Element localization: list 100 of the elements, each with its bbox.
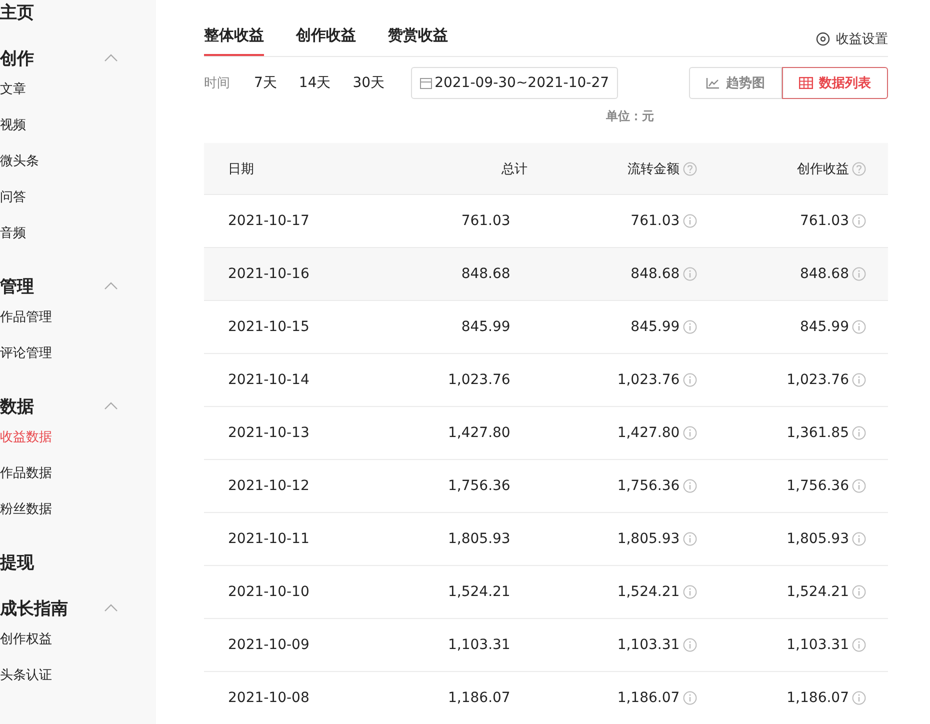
table-cell: 1,524.21 [617,584,680,600]
table-cell: 1,427.80 [448,425,510,441]
tab[interactable]: 整体收益 [204,26,264,56]
sidebar-item[interactable]: 头条认证 [0,658,156,694]
sidebar-item[interactable]: 作品数据 [0,456,156,492]
column-header: 创作收益 [796,160,849,178]
info-icon[interactable] [682,479,697,493]
sidebar-item[interactable]: 作品管理 [0,300,156,336]
table-cell: 845.99 [630,319,680,335]
calendar-icon [420,77,432,89]
table-cell: 1,361.85 [786,425,849,441]
info-icon[interactable] [682,585,697,599]
info-icon[interactable] [852,267,866,281]
sidebar-item[interactable]: 音频 [0,216,156,252]
table-cell: 761.03 [461,213,510,229]
table-cell: 1,805.93 [617,531,680,547]
info-icon[interactable] [682,267,697,281]
table-cell: 1,023.76 [448,372,510,388]
sidebar-group-title[interactable]: 数据 [0,394,34,418]
line-chart-icon [706,77,720,89]
tab[interactable]: 创作收益 [296,26,356,56]
table-cell: 1,103.31 [448,637,510,653]
table-cell: 1,023.76 [617,372,680,388]
view-toggle[interactable]: 趋势图 [689,67,782,99]
info-icon[interactable] [852,214,866,228]
grid-icon [799,77,813,89]
sidebar-item[interactable]: 创作权益 [0,622,156,658]
table-cell: 1,756.36 [617,478,680,494]
info-icon[interactable] [682,426,697,440]
sidebar-group-title[interactable]: 成长指南 [0,596,68,620]
sidebar-item[interactable]: 收益数据 [0,420,156,456]
table-cell: 845.99 [800,319,849,335]
sidebar-item[interactable]: 粉丝数据 [0,492,156,528]
table-cell: 2021-10-10 [228,584,310,600]
info-icon[interactable] [852,479,866,493]
view-toggle[interactable]: 数据列表 [782,67,888,99]
column-header: 日期 [228,160,254,178]
table-cell: 2021-10-16 [228,266,310,282]
table-cell: 1,524.21 [786,584,849,600]
table-cell: 848.68 [630,266,680,282]
chevron-icon[interactable] [104,604,118,612]
info-icon[interactable] [682,532,697,546]
table-cell: 2021-10-11 [228,531,310,547]
table-cell: 1,023.76 [786,372,849,388]
sidebar-item[interactable]: 微头条 [0,144,156,180]
table-cell: 2021-10-14 [228,372,310,388]
info-icon[interactable] [852,373,866,387]
table-cell: 1,805.93 [786,531,849,547]
info-icon[interactable] [852,691,866,705]
column-header: 流转金额 [628,160,680,178]
info-icon[interactable] [682,214,697,228]
table-cell: 2021-10-17 [228,213,310,229]
help-icon[interactable] [682,162,697,176]
table-cell: 1,103.31 [617,637,680,653]
table-cell: 2021-10-13 [228,425,310,441]
info-icon[interactable] [682,373,697,387]
table-cell: 1,756.36 [786,478,849,494]
sidebar-item[interactable]: 问答 [0,180,156,216]
info-icon[interactable] [682,320,697,334]
table-cell: 1,524.21 [448,584,510,600]
info-icon[interactable] [852,426,866,440]
tab[interactable]: 赞赏收益 [388,26,448,56]
column-header: 总计 [501,160,528,178]
table-cell: 2021-10-08 [228,690,310,706]
range-option[interactable]: 14天 [298,74,331,92]
filter-label: 时间 [204,75,230,92]
sidebar-group-title[interactable]: 主页 [0,0,34,24]
table-cell: 848.68 [800,266,849,282]
help-icon[interactable] [852,162,866,176]
range-option[interactable]: 30天 [352,74,385,92]
info-icon[interactable] [852,585,866,599]
table-cell: 2021-10-09 [228,637,310,653]
table-cell: 761.03 [800,213,849,229]
table-cell: 2021-10-15 [228,319,310,335]
info-icon[interactable] [852,320,866,334]
sidebar-item[interactable]: 评论管理 [0,336,156,372]
table-cell: 1,186.07 [617,690,680,706]
info-icon[interactable] [852,638,866,652]
info-icon[interactable] [682,691,697,705]
target-icon [816,32,830,46]
settings-link[interactable]: 收益设置 [836,30,888,48]
range-option[interactable]: 7天 [254,74,277,92]
info-icon[interactable] [682,638,697,652]
sidebar-group-title[interactable]: 管理 [0,274,34,298]
chevron-icon[interactable] [104,54,118,62]
date-range-field[interactable]: 2021-09-30~2021-10-27 [410,67,618,99]
table-cell: 1,186.07 [448,690,510,706]
table-cell: 1,427.80 [617,425,680,441]
sidebar-item[interactable]: 文章 [0,72,156,108]
table-cell: 761.03 [630,213,680,229]
info-icon[interactable] [852,532,866,546]
table-cell: 1,103.31 [786,637,849,653]
table-cell: 1,756.36 [448,478,510,494]
table-cell: 848.68 [461,266,510,282]
table-cell: 2021-10-12 [228,478,310,494]
chevron-icon[interactable] [104,402,118,410]
unit-label: 单位：元 [606,109,654,123]
chevron-icon[interactable] [104,282,118,290]
table-cell: 1,805.93 [448,531,510,547]
sidebar-item[interactable]: 视频 [0,108,156,144]
